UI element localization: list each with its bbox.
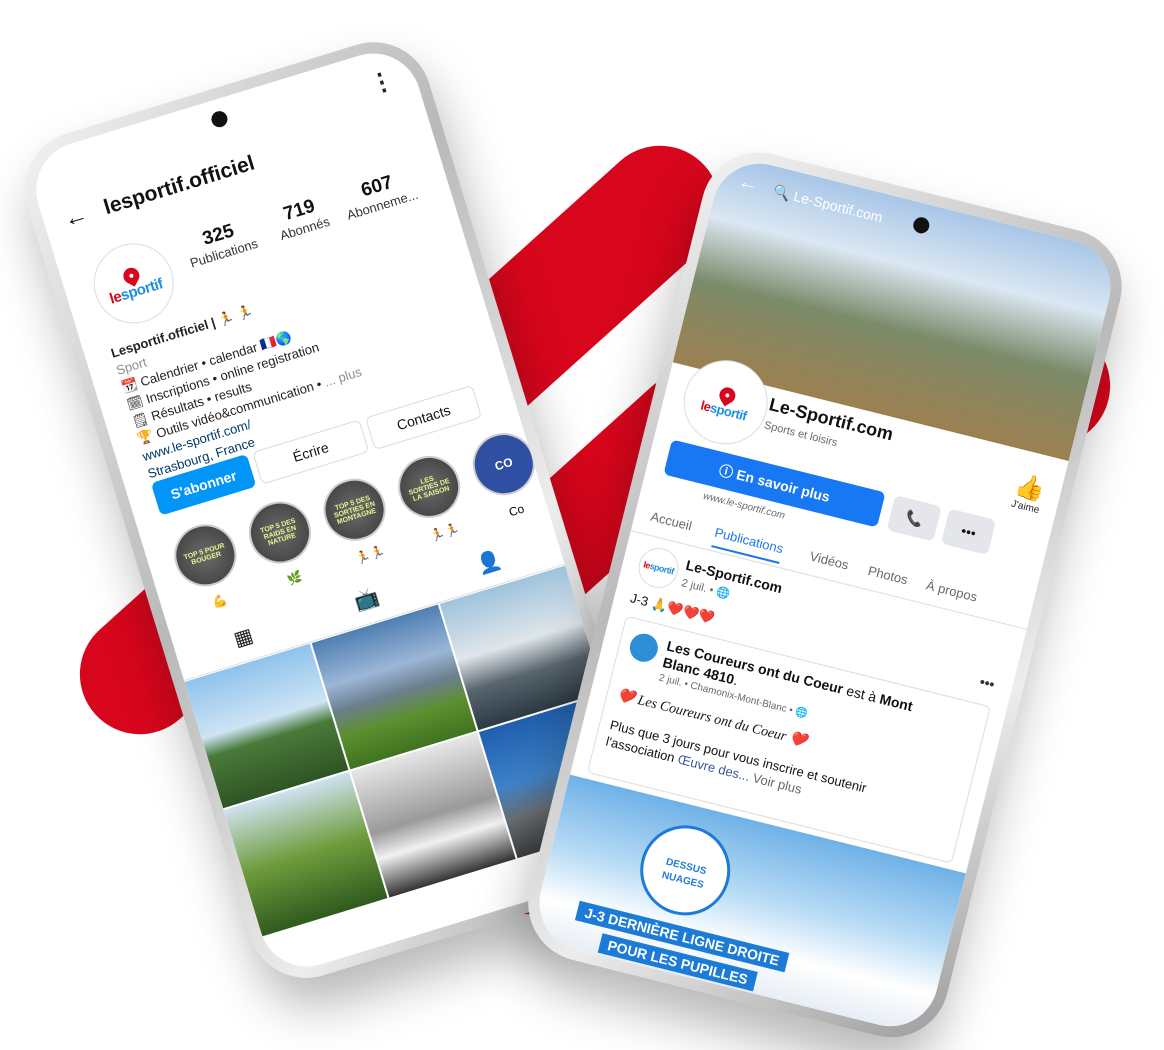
more-icon: ••• bbox=[959, 522, 978, 542]
stat-followers[interactable]: 719 Abonnés bbox=[272, 193, 331, 244]
brand-logo: lesportif bbox=[642, 559, 675, 577]
grid-icon[interactable]: ▦ bbox=[231, 623, 256, 652]
profile-username: lesportif.officiel bbox=[101, 151, 258, 220]
tab-publications[interactable]: Publications bbox=[711, 524, 785, 565]
tab-a-propos[interactable]: À propos bbox=[925, 577, 979, 604]
post-author-avatar[interactable]: lesportif bbox=[634, 543, 683, 593]
tagged-icon[interactable]: 👤 bbox=[474, 547, 505, 578]
highlight-label: 🏃🏃 bbox=[354, 544, 387, 567]
tab-videos[interactable]: Vidéos bbox=[808, 548, 850, 572]
profile-avatar[interactable]: lesportif bbox=[83, 233, 184, 334]
more-options-icon[interactable]: ⋮ bbox=[366, 65, 397, 100]
highlight-label: 🏃🏃 bbox=[428, 521, 462, 544]
back-arrow-icon[interactable]: ← bbox=[60, 201, 91, 235]
story-highlight[interactable]: TOP 5 DES RAIDS EN NATURE bbox=[241, 493, 319, 572]
phone-icon: 📞 bbox=[903, 507, 925, 528]
tab-accueil[interactable]: Accueil bbox=[649, 509, 693, 534]
stat-publications[interactable]: 325 Publications bbox=[182, 215, 259, 270]
tab-photos[interactable]: Photos bbox=[866, 563, 909, 587]
cta-label: En savoir plus bbox=[734, 466, 832, 505]
story-highlight[interactable]: CO bbox=[465, 425, 543, 503]
highlight-label: 🌿 bbox=[285, 569, 304, 588]
story-highlight[interactable]: TOP 5 POUR BOUGER bbox=[166, 516, 245, 595]
shared-author-avatar[interactable] bbox=[626, 630, 661, 665]
highlight-label: 💪 bbox=[210, 592, 230, 610]
shared-title-mid: est à bbox=[844, 682, 879, 706]
call-button[interactable]: 📞 bbox=[886, 495, 942, 542]
post-menu-icon[interactable]: ••• bbox=[978, 673, 996, 692]
igtv-icon[interactable]: 📺 bbox=[351, 584, 382, 615]
front-camera bbox=[209, 109, 230, 130]
stat-following[interactable]: 607 Abonneme... bbox=[339, 166, 420, 223]
more-button[interactable]: ••• bbox=[940, 508, 997, 556]
story-highlight[interactable]: LES SORTIES DE LA SAISON bbox=[390, 448, 468, 526]
banner-badge: DESSUS NUAGES bbox=[630, 815, 740, 925]
highlight-label: Co bbox=[507, 501, 526, 520]
like-page-button[interactable]: 👍 J'aime bbox=[1009, 470, 1048, 516]
story-highlight[interactable]: TOP 5 DES SORTIES EN MONTAGNE bbox=[315, 471, 394, 549]
